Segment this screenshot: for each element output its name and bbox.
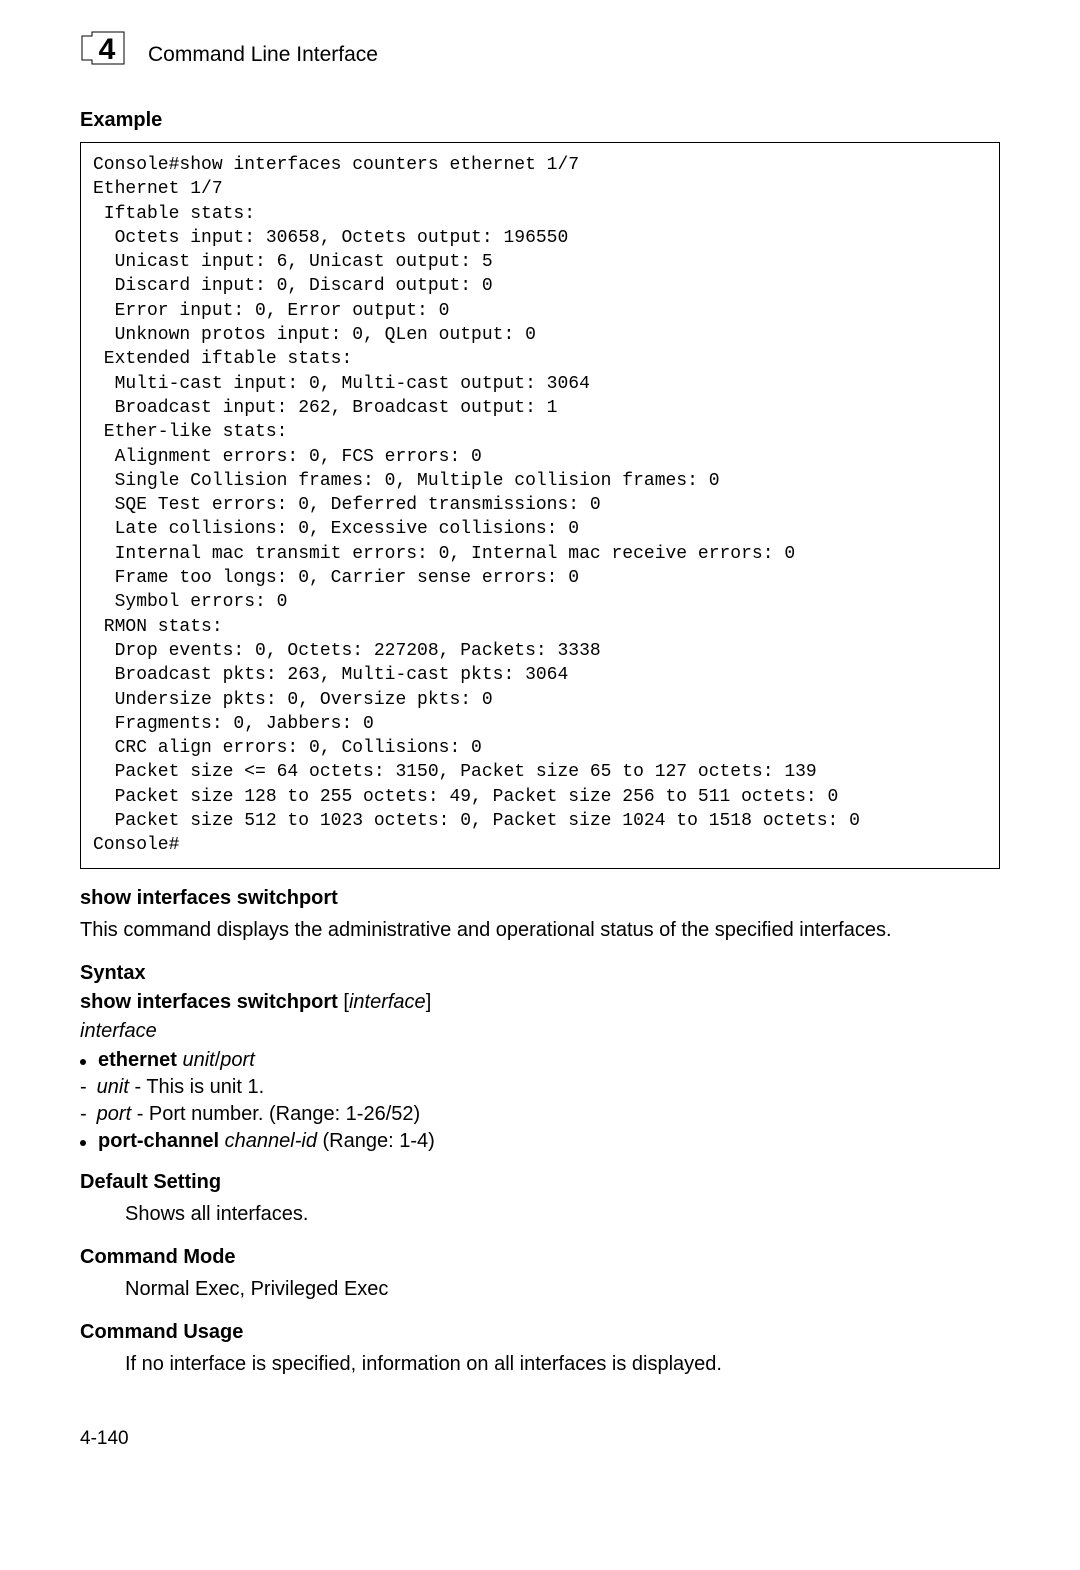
syntax-ethernet-bullet: ethernet unit/port bbox=[80, 1049, 1000, 1072]
page-header: 4 Command Line Interface bbox=[80, 30, 1000, 79]
command-description: This command displays the administrative… bbox=[80, 916, 1000, 944]
syntax-unit-row: - unit - This is unit 1. bbox=[80, 1076, 1000, 1099]
syntax-ethernet-line: ethernet unit/port bbox=[98, 1049, 255, 1072]
syntax-command-bold: show interfaces switchport bbox=[80, 991, 338, 1013]
syntax-port-row: - port - Port number. (Range: 1-26/52) bbox=[80, 1103, 1000, 1126]
chapter-number-icon: 4 bbox=[80, 30, 128, 79]
syntax-unit-line: unit - This is unit 1. bbox=[97, 1076, 264, 1099]
syntax-portchannel-line: port-channel channel-id (Range: 1-4) bbox=[98, 1130, 435, 1153]
syntax-portchannel-range: (Range: 1-4) bbox=[317, 1130, 435, 1152]
syntax-portchannel-param: channel-id bbox=[219, 1130, 317, 1152]
dash-icon: - bbox=[80, 1103, 87, 1126]
syntax-param: interface bbox=[349, 991, 426, 1013]
command-name: show interfaces switchport bbox=[80, 887, 1000, 910]
default-setting-text: Shows all interfaces. bbox=[125, 1200, 1000, 1228]
bullet-icon bbox=[80, 1140, 86, 1146]
syntax-port-line: port - Port number. (Range: 1-26/52) bbox=[97, 1103, 421, 1126]
page-number: 4-140 bbox=[80, 1428, 1000, 1450]
syntax-interface-label: interface bbox=[80, 1020, 1000, 1043]
syntax-bracket-close: ] bbox=[426, 991, 432, 1013]
command-mode-heading: Command Mode bbox=[80, 1246, 1000, 1269]
syntax-ethernet-unit: unit bbox=[177, 1049, 215, 1071]
syntax-unit-desc: - This is unit 1. bbox=[129, 1076, 264, 1098]
command-usage-text: If no interface is specified, informatio… bbox=[125, 1350, 1000, 1378]
syntax-portchannel-bullet: port-channel channel-id (Range: 1-4) bbox=[80, 1130, 1000, 1153]
dash-icon: - bbox=[80, 1076, 87, 1099]
command-usage-heading: Command Usage bbox=[80, 1321, 1000, 1344]
syntax-port-desc: - Port number. (Range: 1-26/52) bbox=[131, 1103, 420, 1125]
default-setting-heading: Default Setting bbox=[80, 1171, 1000, 1194]
svg-text:4: 4 bbox=[99, 33, 116, 66]
chapter-title: Command Line Interface bbox=[148, 43, 378, 67]
command-mode-text: Normal Exec, Privileged Exec bbox=[125, 1275, 1000, 1303]
syntax-heading: Syntax bbox=[80, 962, 1000, 985]
syntax-unit-label: unit bbox=[97, 1076, 129, 1098]
example-code-block: Console#show interfaces counters etherne… bbox=[80, 142, 1000, 869]
syntax-ethernet-bold: ethernet bbox=[98, 1049, 177, 1071]
syntax-portchannel-bold: port-channel bbox=[98, 1130, 219, 1152]
syntax-bracket-open: [ bbox=[338, 991, 349, 1013]
syntax-ethernet-port: port bbox=[220, 1049, 254, 1071]
page-container: 4 Command Line Interface Example Console… bbox=[0, 0, 1080, 1490]
example-heading: Example bbox=[80, 109, 1000, 132]
syntax-port-label: port bbox=[97, 1103, 131, 1125]
syntax-command-line: show interfaces switchport [interface] bbox=[80, 991, 1000, 1014]
bullet-icon bbox=[80, 1059, 86, 1065]
